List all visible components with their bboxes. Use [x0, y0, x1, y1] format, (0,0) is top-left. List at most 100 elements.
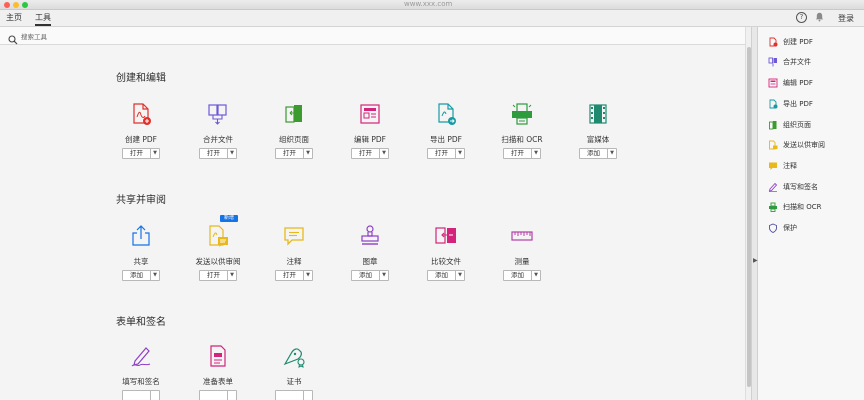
- chevron-down-icon[interactable]: ▼: [455, 271, 464, 280]
- send-review-icon: [206, 224, 230, 248]
- tool-label: 准备表单: [203, 377, 233, 386]
- minimize-window-button[interactable]: [13, 2, 19, 8]
- right-pane-item-fill-sign[interactable]: 填写和签名: [768, 180, 818, 194]
- right-pane-item-label: 导出 PDF: [783, 100, 813, 108]
- tool-label: 图章: [362, 257, 378, 266]
- right-pane-item-create-pdf[interactable]: 创建 PDF: [768, 35, 813, 49]
- chevron-down-icon[interactable]: ▼: [379, 149, 388, 158]
- tool-label: 组织页面: [279, 135, 309, 144]
- chevron-down-icon[interactable]: ▼: [227, 271, 236, 280]
- tool-button-label: [200, 391, 227, 400]
- export-pdf-icon: [434, 102, 458, 126]
- right-pane-item-comment[interactable]: 注释: [768, 159, 797, 173]
- add-button-label: 添加: [130, 271, 143, 279]
- chevron-down-icon[interactable]: [303, 391, 312, 400]
- tool-label: 注释: [286, 257, 302, 266]
- open-button[interactable]: 打开 ▼: [351, 148, 389, 159]
- add-button-label: 添加: [511, 271, 524, 279]
- right-pane: 创建 PDF 合并文件 编辑 PDF 导出 PDF 组织页面 发送以供审阅 注释…: [758, 27, 864, 400]
- open-button-label: 打开: [283, 149, 296, 157]
- tool-button[interactable]: [199, 390, 237, 400]
- right-pane-item-scan-ocr[interactable]: 扫描和 OCR: [768, 200, 822, 214]
- open-button[interactable]: 打开 ▼: [199, 148, 237, 159]
- combine-files-icon: [206, 102, 230, 126]
- tool-label: 创建 PDF: [125, 135, 157, 144]
- right-pane-item-protect[interactable]: 保护: [768, 221, 797, 235]
- watermark: www.xxx.com: [404, 0, 453, 8]
- open-button[interactable]: 打开 ▼: [275, 148, 313, 159]
- right-pane-item-send-review[interactable]: 发送以供审阅: [768, 138, 825, 152]
- tool-label: 编辑 PDF: [354, 135, 386, 144]
- chevron-right-icon[interactable]: ▶: [753, 257, 758, 264]
- chevron-down-icon[interactable]: ▼: [531, 271, 540, 280]
- chevron-down-icon[interactable]: ▼: [227, 149, 236, 158]
- chevron-down-icon[interactable]: ▼: [379, 271, 388, 280]
- tool-label: 证书: [286, 377, 302, 386]
- add-button[interactable]: 添加 ▼: [503, 270, 541, 281]
- add-button-label: 添加: [435, 271, 448, 279]
- right-pane-item-label: 保护: [783, 224, 797, 232]
- right-pane-item-export-pdf[interactable]: 导出 PDF: [768, 97, 813, 111]
- comment-icon: [282, 224, 306, 248]
- tool-label: 共享: [133, 257, 149, 266]
- tool-button[interactable]: [275, 390, 313, 400]
- new-badge: 新增: [220, 215, 238, 222]
- chevron-down-icon[interactable]: ▼: [531, 149, 540, 158]
- add-button-label: 添加: [587, 149, 600, 157]
- add-button[interactable]: 添加 ▼: [351, 270, 389, 281]
- right-pane-item-edit-pdf[interactable]: 编辑 PDF: [768, 76, 813, 90]
- chevron-down-icon[interactable]: [227, 391, 236, 400]
- open-button[interactable]: 打开 ▼: [275, 270, 313, 281]
- open-button[interactable]: 打开 ▼: [199, 270, 237, 281]
- edit-pdf-icon: [768, 78, 778, 88]
- open-button-label: 打开: [283, 271, 296, 279]
- search-bar: 搜索工具: [0, 27, 745, 45]
- open-button-label: 打开: [511, 149, 524, 157]
- tab-home[interactable]: 主页: [6, 12, 22, 23]
- right-pane-item-label: 注释: [783, 162, 797, 170]
- section-title-create-edit: 创建和编辑: [116, 73, 166, 84]
- tab-tools[interactable]: 工具: [35, 12, 51, 26]
- certificate-icon: [282, 344, 306, 368]
- login-link[interactable]: 登录: [838, 13, 854, 24]
- open-button[interactable]: 打开 ▼: [122, 148, 160, 159]
- tool-label: 导出 PDF: [430, 135, 462, 144]
- chevron-down-icon[interactable]: ▼: [303, 271, 312, 280]
- open-button[interactable]: 打开 ▼: [427, 148, 465, 159]
- right-pane-item-label: 扫描和 OCR: [783, 203, 822, 211]
- scan-ocr-icon: [510, 102, 534, 126]
- add-button[interactable]: 添加 ▼: [122, 270, 160, 281]
- chevron-down-icon[interactable]: ▼: [150, 271, 159, 280]
- tool-label: 比较文件: [431, 257, 461, 266]
- add-button[interactable]: 添加 ▼: [579, 148, 617, 159]
- tool-label: 测量: [514, 257, 530, 266]
- chevron-down-icon[interactable]: ▼: [455, 149, 464, 158]
- search-input[interactable]: 搜索工具: [21, 31, 47, 41]
- chevron-down-icon[interactable]: ▼: [303, 149, 312, 158]
- zoom-window-button[interactable]: [22, 2, 28, 8]
- right-pane-item-label: 发送以供审阅: [783, 141, 825, 149]
- right-pane-collapse-handle[interactable]: ▶: [751, 27, 758, 400]
- add-button[interactable]: 添加 ▼: [427, 270, 465, 281]
- right-pane-item-combine-files[interactable]: 合并文件: [768, 55, 811, 69]
- stamp-icon: [358, 224, 382, 248]
- open-button-label: 打开: [359, 149, 372, 157]
- help-icon[interactable]: ?: [796, 12, 807, 23]
- bell-icon[interactable]: [815, 12, 824, 25]
- open-button[interactable]: 打开 ▼: [503, 148, 541, 159]
- fill-sign-icon: [129, 344, 153, 368]
- right-pane-item-label: 组织页面: [783, 121, 811, 129]
- open-button-label: 打开: [435, 149, 448, 157]
- right-pane-item-organize-pages[interactable]: 组织页面: [768, 118, 811, 132]
- close-window-button[interactable]: [4, 2, 10, 8]
- fill-sign-icon: [768, 182, 778, 192]
- organize-pages-icon: [282, 102, 306, 126]
- tool-button[interactable]: [122, 390, 160, 400]
- tool-label: 扫描和 OCR: [501, 135, 543, 144]
- chevron-down-icon[interactable]: ▼: [150, 149, 159, 158]
- chevron-down-icon[interactable]: [150, 391, 159, 400]
- prepare-form-icon: [206, 344, 230, 368]
- measure-icon: [510, 224, 534, 248]
- tool-button-label: [123, 391, 150, 400]
- chevron-down-icon[interactable]: ▼: [607, 149, 616, 158]
